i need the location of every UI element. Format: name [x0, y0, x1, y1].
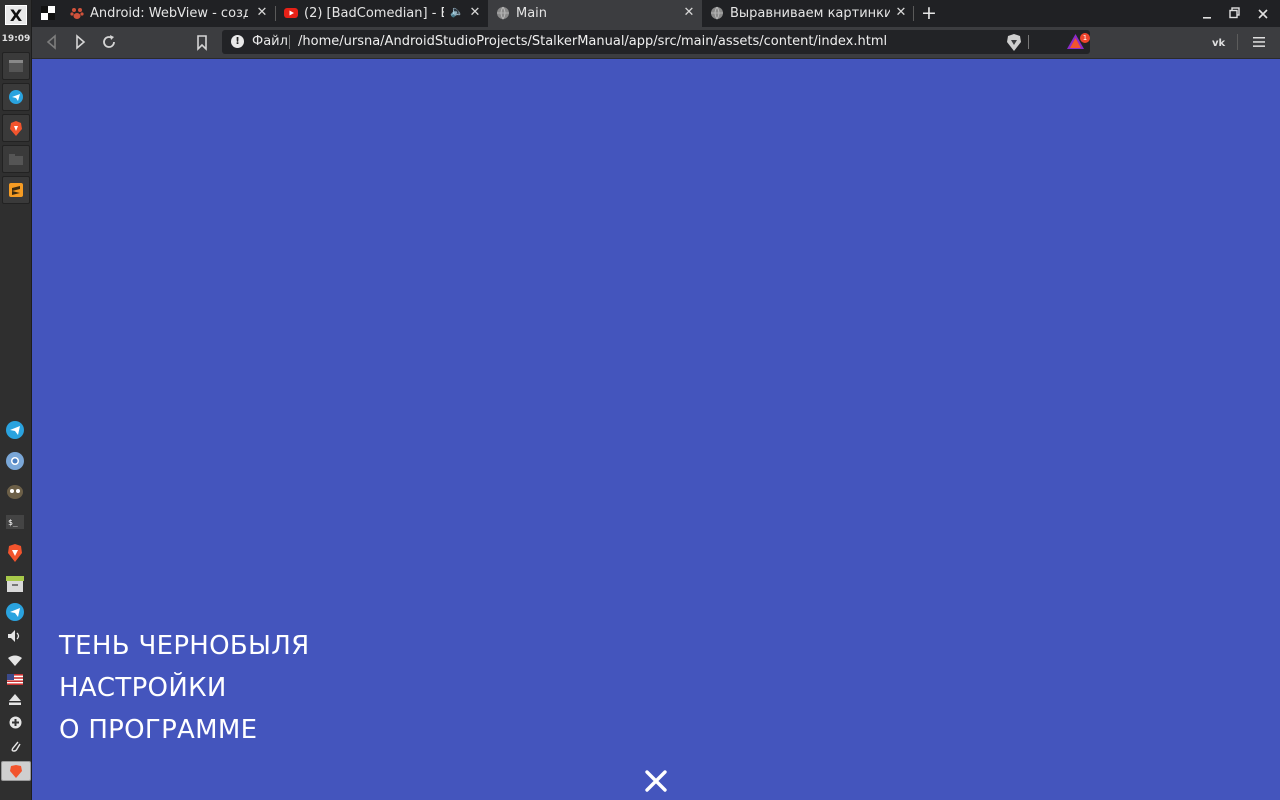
tray-brave[interactable] — [5, 543, 25, 563]
app-menu-icon[interactable]: X — [5, 5, 27, 25]
app-menu-tab[interactable] — [32, 0, 60, 27]
clock: 19:09 — [1, 34, 31, 44]
new-tab-button[interactable]: + — [919, 3, 939, 23]
telegram-window-button[interactable] — [2, 83, 30, 111]
brave-icon — [8, 544, 22, 562]
volume-tray[interactable] — [5, 626, 25, 646]
us-flag-icon — [7, 673, 23, 685]
tray-telegram[interactable] — [5, 420, 25, 440]
tab-badcomedian[interactable]: (2) [BadComedian] - Вы 🔈 ✕ — [276, 0, 488, 27]
hamburger-menu-icon[interactable] — [1253, 36, 1265, 48]
tab-close-icon[interactable]: ✕ — [468, 5, 482, 21]
tab-close-icon[interactable]: ✕ — [682, 5, 696, 21]
active-window-brave[interactable] — [1, 761, 31, 781]
archive-icon — [6, 576, 24, 592]
brave-icon — [10, 764, 22, 778]
tray-terminal[interactable]: $_ — [5, 512, 25, 532]
rewards-badge: 1 — [1080, 33, 1090, 43]
paw-icon — [70, 8, 84, 19]
tab-close-icon[interactable]: ✕ — [255, 5, 269, 21]
vk-icon[interactable]: vk — [1212, 36, 1228, 48]
gimp-icon — [7, 485, 23, 499]
address-divider — [289, 35, 290, 49]
tab-title: Выравниваем картинки п — [730, 6, 890, 21]
audio-playing-icon[interactable]: 🔈 — [450, 5, 464, 18]
menu-item-settings[interactable]: НАСТРОЙКИ — [59, 667, 310, 709]
bookmark-icon[interactable] — [192, 32, 212, 52]
brave-window-button[interactable] — [2, 114, 30, 142]
menu-item-about[interactable]: О ПРОГРАММЕ — [59, 709, 310, 751]
add-circle-icon — [9, 716, 21, 728]
toolbar-divider — [1237, 34, 1238, 50]
globe-icon — [711, 6, 723, 20]
address-bar[interactable]: ! Файл /home/ursna/AndroidStudioProjects… — [222, 30, 1090, 54]
tab-title: Main — [516, 6, 548, 21]
paperclip-icon — [11, 741, 21, 752]
site-info-icon[interactable]: ! — [231, 35, 244, 48]
terminal-window-button[interactable] — [2, 52, 30, 80]
tab-android-webview[interactable]: Android: WebView - создай ✕ — [62, 0, 275, 27]
window-menu-icon — [41, 6, 55, 20]
tab-main[interactable]: Main ✕ — [488, 0, 702, 27]
svg-text:vk: vk — [1212, 38, 1226, 48]
minimize-icon[interactable] — [1200, 8, 1214, 20]
terminal-icon — [9, 60, 23, 72]
svg-text:$_: $_ — [8, 518, 18, 527]
tab-bar: Android: WebView - создай ✕ (2) [BadCome… — [32, 0, 1280, 27]
tab-title: (2) [BadComedian] - Вы — [304, 6, 444, 21]
updates-tray[interactable] — [5, 712, 25, 732]
reload-icon[interactable] — [99, 32, 119, 52]
tray-telegram-notify[interactable] — [5, 602, 25, 622]
tray-gimp[interactable] — [5, 481, 25, 501]
tab-title: Android: WebView - создай — [90, 6, 248, 21]
brave-icon — [10, 120, 22, 136]
eject-icon — [9, 693, 21, 705]
tab-divider — [913, 6, 914, 21]
left-dock: X 19:09 $_ — [0, 0, 32, 800]
sublime-window-button[interactable] — [2, 176, 30, 204]
wifi-icon — [8, 655, 22, 666]
sublime-icon — [9, 183, 23, 197]
main-menu: ТЕНЬ ЧЕРНОБЫЛЯ НАСТРОЙКИ О ПРОГРАММЕ — [59, 625, 310, 751]
globe-icon — [497, 6, 509, 20]
wifi-tray[interactable] — [5, 650, 25, 670]
brave-shields-icon[interactable] — [1006, 34, 1022, 51]
youtube-icon — [284, 8, 298, 18]
tab-align-images[interactable]: Выравниваем картинки п ✕ — [702, 0, 914, 27]
tab-close-icon[interactable]: ✕ — [894, 5, 908, 21]
volume-icon — [8, 630, 20, 642]
address-divider — [1028, 35, 1029, 49]
window-close-icon[interactable] — [1256, 7, 1270, 20]
tray-archive[interactable] — [5, 574, 25, 594]
telegram-icon — [6, 603, 24, 621]
terminal-icon: $_ — [6, 515, 24, 529]
telegram-icon — [9, 90, 23, 104]
tray-chromium[interactable] — [5, 451, 25, 471]
url-text[interactable]: /home/ursna/AndroidStudioProjects/Stalke… — [298, 34, 887, 49]
web-page-content: ТЕНЬ ЧЕРНОБЫЛЯ НАСТРОЙКИ О ПРОГРАММЕ — [32, 59, 1280, 800]
chromium-icon — [6, 452, 24, 470]
restore-icon[interactable] — [1228, 7, 1242, 19]
back-icon[interactable] — [42, 32, 62, 52]
folder-icon — [9, 153, 23, 165]
eject-tray[interactable] — [5, 689, 25, 709]
telegram-icon — [6, 421, 24, 439]
browser-toolbar: ! Файл /home/ursna/AndroidStudioProjects… — [32, 27, 1280, 58]
keyboard-layout-tray[interactable] — [5, 669, 25, 689]
clipboard-tray[interactable] — [5, 736, 25, 756]
forward-icon[interactable] — [70, 32, 90, 52]
menu-item-shadow-of-chernobyl[interactable]: ТЕНЬ ЧЕРНОБЫЛЯ — [59, 625, 310, 667]
close-icon[interactable] — [642, 767, 670, 795]
files-window-button[interactable] — [2, 145, 30, 173]
file-scheme-label: Файл — [252, 34, 288, 49]
